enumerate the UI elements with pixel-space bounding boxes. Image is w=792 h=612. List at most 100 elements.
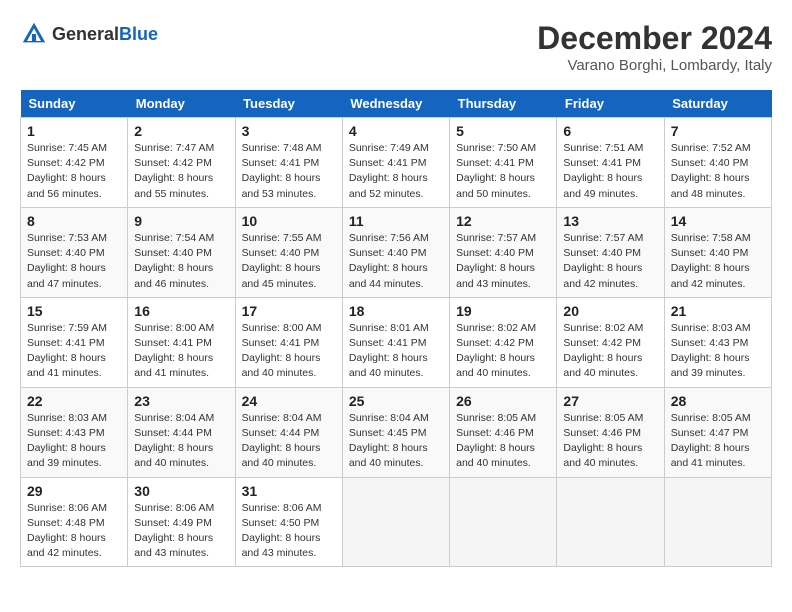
- day-info: Sunrise: 7:59 AM Sunset: 4:41 PM Dayligh…: [27, 321, 121, 382]
- day-info: Sunrise: 8:05 AM Sunset: 4:47 PM Dayligh…: [671, 411, 765, 472]
- logo-general-text: General: [52, 24, 119, 44]
- day-info: Sunrise: 8:01 AM Sunset: 4:41 PM Dayligh…: [349, 321, 443, 382]
- table-row: 28 Sunrise: 8:05 AM Sunset: 4:47 PM Dayli…: [664, 387, 771, 477]
- day-number: 16: [134, 303, 228, 319]
- day-number: 5: [456, 123, 550, 139]
- day-number: 31: [242, 483, 336, 499]
- table-row: 17 Sunrise: 8:00 AM Sunset: 4:41 PM Dayli…: [235, 297, 342, 387]
- table-row: 12Sunrise: 7:57 AM Sunset: 4:40 PM Dayli…: [450, 207, 557, 297]
- day-info: Sunrise: 7:51 AM Sunset: 4:41 PM Dayligh…: [563, 141, 657, 202]
- day-number: 10: [242, 213, 336, 229]
- title-block: December 2024 Varano Borghi, Lombardy, I…: [537, 20, 772, 74]
- month-year-title: December 2024: [537, 20, 772, 57]
- day-number: 27: [563, 393, 657, 409]
- table-row: 10 Sunrise: 7:55 AM Sunset: 4:40 PM Dayli…: [235, 207, 342, 297]
- day-number: 24: [242, 393, 336, 409]
- day-info: Sunrise: 7:53 AM Sunset: 4:40 PM Dayligh…: [27, 231, 121, 292]
- header-sunday: Sunday: [21, 90, 128, 118]
- calendar-header-row: Sunday Monday Tuesday Wednesday Thursday…: [21, 90, 772, 118]
- table-row: 25 Sunrise: 8:04 AM Sunset: 4:45 PM Dayli…: [342, 387, 449, 477]
- table-row: 22 Sunrise: 8:03 AM Sunset: 4:43 PM Dayli…: [21, 387, 128, 477]
- header-friday: Friday: [557, 90, 664, 118]
- header-tuesday: Tuesday: [235, 90, 342, 118]
- day-info: Sunrise: 7:49 AM Sunset: 4:41 PM Dayligh…: [349, 141, 443, 202]
- day-info: Sunrise: 8:02 AM Sunset: 4:42 PM Dayligh…: [563, 321, 657, 382]
- day-number: 17: [242, 303, 336, 319]
- table-row: 26Sunrise: 8:05 AM Sunset: 4:46 PM Dayli…: [450, 387, 557, 477]
- day-number: 4: [349, 123, 443, 139]
- table-row: 11 Sunrise: 7:56 AM Sunset: 4:40 PM Dayli…: [342, 207, 449, 297]
- day-number: 14: [671, 213, 765, 229]
- logo-blue-text: Blue: [119, 24, 158, 44]
- table-row: 9 Sunrise: 7:54 AM Sunset: 4:40 PM Daylig…: [128, 207, 235, 297]
- table-row: [557, 477, 664, 567]
- day-number: 6: [563, 123, 657, 139]
- day-info: Sunrise: 7:58 AM Sunset: 4:40 PM Dayligh…: [671, 231, 765, 292]
- day-info: Sunrise: 8:05 AM Sunset: 4:46 PM Dayligh…: [563, 411, 657, 472]
- day-info: Sunrise: 7:52 AM Sunset: 4:40 PM Dayligh…: [671, 141, 765, 202]
- day-info: Sunrise: 8:03 AM Sunset: 4:43 PM Dayligh…: [671, 321, 765, 382]
- table-row: 27 Sunrise: 8:05 AM Sunset: 4:46 PM Dayli…: [557, 387, 664, 477]
- day-info: Sunrise: 7:56 AM Sunset: 4:40 PM Dayligh…: [349, 231, 443, 292]
- table-row: 20 Sunrise: 8:02 AM Sunset: 4:42 PM Dayli…: [557, 297, 664, 387]
- day-number: 2: [134, 123, 228, 139]
- table-row: 13Sunrise: 7:57 AM Sunset: 4:40 PM Dayli…: [557, 207, 664, 297]
- day-info: Sunrise: 7:54 AM Sunset: 4:40 PM Dayligh…: [134, 231, 228, 292]
- table-row: 19Sunrise: 8:02 AM Sunset: 4:42 PM Dayli…: [450, 297, 557, 387]
- header-monday: Monday: [128, 90, 235, 118]
- calendar-week-row: 22 Sunrise: 8:03 AM Sunset: 4:43 PM Dayli…: [21, 387, 772, 477]
- logo: GeneralBlue: [20, 20, 158, 48]
- calendar-week-row: 29Sunrise: 8:06 AM Sunset: 4:48 PM Dayli…: [21, 477, 772, 567]
- day-info: Sunrise: 8:00 AM Sunset: 4:41 PM Dayligh…: [134, 321, 228, 382]
- day-number: 23: [134, 393, 228, 409]
- day-number: 13: [563, 213, 657, 229]
- day-info: Sunrise: 7:45 AM Sunset: 4:42 PM Dayligh…: [27, 141, 121, 202]
- table-row: 21Sunrise: 8:03 AM Sunset: 4:43 PM Dayli…: [664, 297, 771, 387]
- page-header: GeneralBlue December 2024 Varano Borghi,…: [20, 20, 772, 74]
- table-row: 8 Sunrise: 7:53 AM Sunset: 4:40 PM Daylig…: [21, 207, 128, 297]
- location-subtitle: Varano Borghi, Lombardy, Italy: [537, 57, 772, 74]
- day-info: Sunrise: 8:00 AM Sunset: 4:41 PM Dayligh…: [242, 321, 336, 382]
- table-row: 16 Sunrise: 8:00 AM Sunset: 4:41 PM Dayli…: [128, 297, 235, 387]
- header-thursday: Thursday: [450, 90, 557, 118]
- day-info: Sunrise: 7:47 AM Sunset: 4:42 PM Dayligh…: [134, 141, 228, 202]
- day-info: Sunrise: 8:06 AM Sunset: 4:50 PM Dayligh…: [242, 501, 336, 562]
- table-row: 7Sunrise: 7:52 AM Sunset: 4:40 PM Daylig…: [664, 118, 771, 208]
- table-row: 29Sunrise: 8:06 AM Sunset: 4:48 PM Dayli…: [21, 477, 128, 567]
- day-info: Sunrise: 8:04 AM Sunset: 4:44 PM Dayligh…: [134, 411, 228, 472]
- day-number: 26: [456, 393, 550, 409]
- table-row: 6 Sunrise: 7:51 AM Sunset: 4:41 PM Daylig…: [557, 118, 664, 208]
- day-info: Sunrise: 7:48 AM Sunset: 4:41 PM Dayligh…: [242, 141, 336, 202]
- calendar-table: Sunday Monday Tuesday Wednesday Thursday…: [20, 90, 772, 567]
- table-row: [342, 477, 449, 567]
- table-row: 18Sunrise: 8:01 AM Sunset: 4:41 PM Dayli…: [342, 297, 449, 387]
- day-number: 9: [134, 213, 228, 229]
- day-info: Sunrise: 7:50 AM Sunset: 4:41 PM Dayligh…: [456, 141, 550, 202]
- day-number: 25: [349, 393, 443, 409]
- day-number: 29: [27, 483, 121, 499]
- table-row: 30Sunrise: 8:06 AM Sunset: 4:49 PM Dayli…: [128, 477, 235, 567]
- day-number: 19: [456, 303, 550, 319]
- table-row: [450, 477, 557, 567]
- day-number: 22: [27, 393, 121, 409]
- day-number: 28: [671, 393, 765, 409]
- table-row: 24Sunrise: 8:04 AM Sunset: 4:44 PM Dayli…: [235, 387, 342, 477]
- table-row: 4 Sunrise: 7:49 AM Sunset: 4:41 PM Daylig…: [342, 118, 449, 208]
- day-info: Sunrise: 7:57 AM Sunset: 4:40 PM Dayligh…: [456, 231, 550, 292]
- table-row: 1Sunrise: 7:45 AM Sunset: 4:42 PM Daylig…: [21, 118, 128, 208]
- table-row: [664, 477, 771, 567]
- day-number: 3: [242, 123, 336, 139]
- table-row: 2 Sunrise: 7:47 AM Sunset: 4:42 PM Daylig…: [128, 118, 235, 208]
- table-row: 3 Sunrise: 7:48 AM Sunset: 4:41 PM Daylig…: [235, 118, 342, 208]
- day-number: 30: [134, 483, 228, 499]
- day-number: 20: [563, 303, 657, 319]
- calendar-week-row: 8 Sunrise: 7:53 AM Sunset: 4:40 PM Daylig…: [21, 207, 772, 297]
- day-number: 11: [349, 213, 443, 229]
- day-info: Sunrise: 7:55 AM Sunset: 4:40 PM Dayligh…: [242, 231, 336, 292]
- day-number: 8: [27, 213, 121, 229]
- table-row: 5 Sunrise: 7:50 AM Sunset: 4:41 PM Daylig…: [450, 118, 557, 208]
- calendar-week-row: 15 Sunrise: 7:59 AM Sunset: 4:41 PM Dayli…: [21, 297, 772, 387]
- day-info: Sunrise: 8:03 AM Sunset: 4:43 PM Dayligh…: [27, 411, 121, 472]
- day-number: 15: [27, 303, 121, 319]
- day-info: Sunrise: 8:04 AM Sunset: 4:45 PM Dayligh…: [349, 411, 443, 472]
